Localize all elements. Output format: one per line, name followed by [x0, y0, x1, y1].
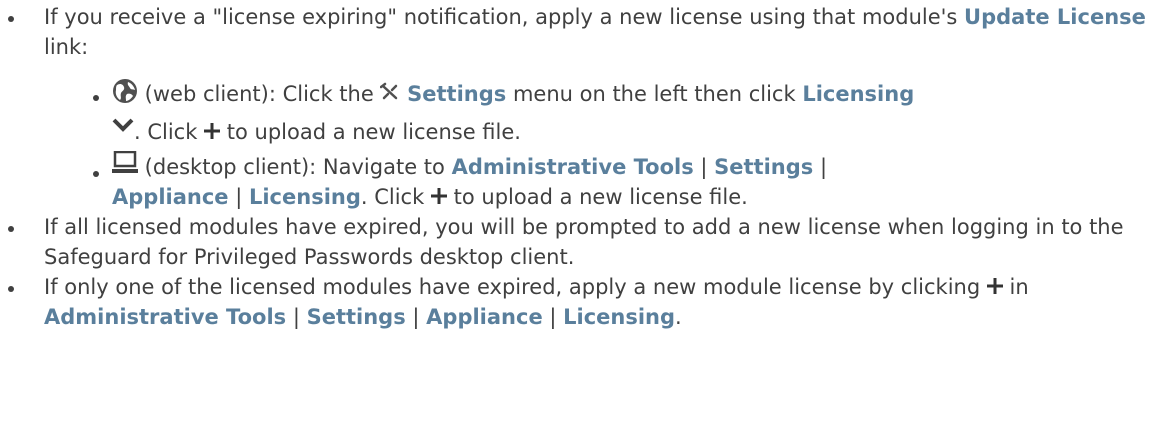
bullet-text: link:: [44, 35, 89, 59]
separator: |: [286, 305, 307, 329]
bullet-text: If all licensed modules have expired, yo…: [44, 215, 1124, 269]
sub-bullet-text: menu on the left then click: [506, 82, 803, 106]
update-license-label: Update License: [964, 5, 1146, 29]
list-item: If only one of the licensed modules have…: [8, 272, 1169, 332]
bullet-list: If you receive a "license expiring" noti…: [0, 2, 1169, 332]
licensing-label: Licensing: [802, 82, 915, 106]
administrative-tools-label: Administrative Tools: [44, 305, 287, 329]
separator: |: [228, 185, 249, 209]
separator: |: [813, 155, 828, 179]
appliance-label: Appliance: [426, 305, 543, 329]
desktop-icon: [112, 151, 138, 173]
bullet-text: .: [675, 305, 682, 329]
document-page: If you receive a "license expiring" noti…: [0, 0, 1171, 448]
bullet-text: If you receive a "license expiring" noti…: [44, 5, 965, 29]
separator: |: [405, 305, 427, 329]
plus-icon: [430, 188, 447, 204]
sub-list-item-web-client: (web client): Click the Settings menu on…: [93, 75, 1169, 151]
appliance-label: Appliance: [112, 185, 229, 209]
list-item: If all licensed modules have expired, yo…: [8, 212, 1169, 272]
licensing-label: Licensing: [248, 185, 361, 209]
sub-bullet-text: (web client): Click the: [138, 82, 381, 106]
sub-bullet-list: (web client): Click the Settings menu on…: [44, 75, 1169, 212]
sub-bullet-text: to upload a new license file.: [446, 185, 748, 209]
settings-label: Settings: [714, 155, 814, 179]
separator: |: [542, 305, 564, 329]
administrative-tools-label: Administrative Tools: [451, 155, 694, 179]
list-item: If you receive a "license expiring" noti…: [8, 2, 1169, 212]
sub-list-item-desktop-client: (desktop client): Navigate to Administra…: [93, 151, 1169, 212]
licensing-label: Licensing: [563, 305, 676, 329]
sub-bullet-text: . Click: [360, 185, 431, 209]
chevron-down-icon: [112, 118, 134, 132]
wrench-icon: [380, 82, 398, 100]
bullet-text: in: [1002, 275, 1029, 299]
bullet-text: If only one of the licensed modules have…: [44, 275, 987, 299]
settings-label: Settings: [306, 305, 406, 329]
sub-bullet-text: . Click: [134, 120, 205, 144]
plus-icon: [986, 278, 1003, 294]
settings-label: Settings: [407, 82, 507, 106]
sub-bullet-text: (desktop client): Navigate to: [138, 155, 452, 179]
separator: |: [693, 155, 715, 179]
sub-bullet-text: to upload a new license file.: [220, 120, 521, 144]
globe-icon: [113, 79, 137, 103]
plus-icon: [204, 123, 221, 139]
